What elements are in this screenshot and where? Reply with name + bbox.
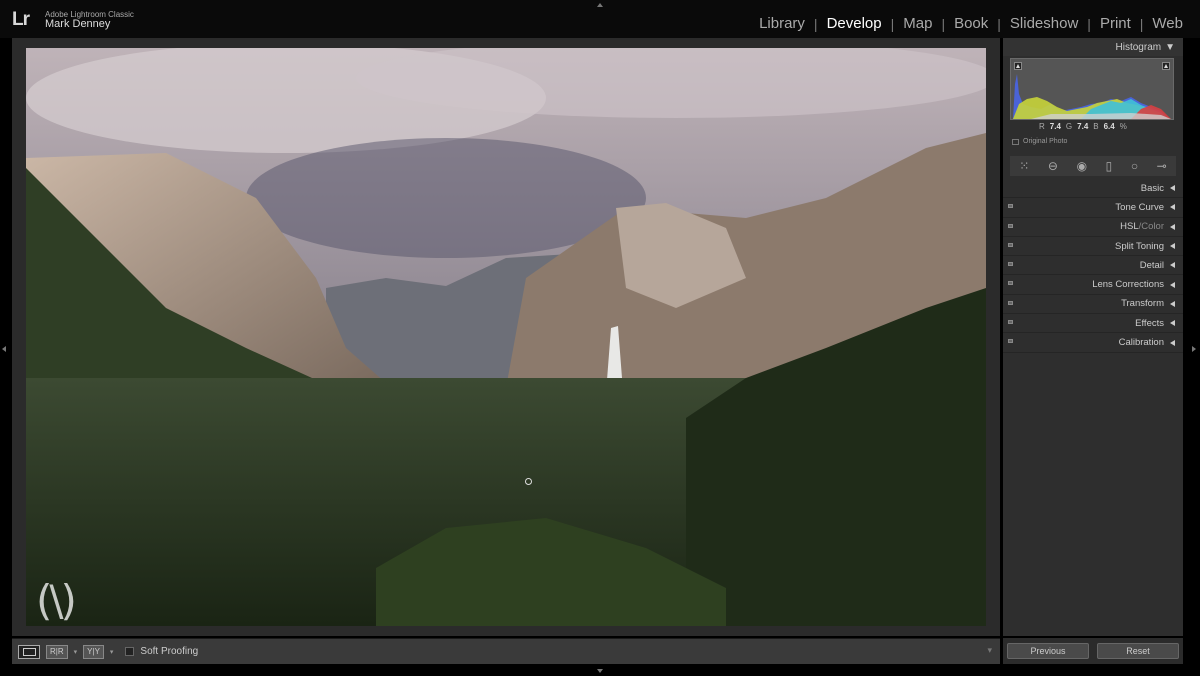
- g-value: 7.4: [1077, 122, 1089, 131]
- expand-icon: [1170, 185, 1175, 192]
- histogram-header[interactable]: Histogram ▼: [1003, 38, 1183, 56]
- survey-button[interactable]: Y|Y: [83, 644, 104, 659]
- photo-icon: [1012, 138, 1019, 145]
- histogram-curve: [1013, 74, 1171, 119]
- adjustment-brush-icon[interactable]: ⊸: [1157, 159, 1167, 173]
- panel-switch[interactable]: [1008, 339, 1013, 344]
- panel-label: Detail: [1139, 259, 1164, 271]
- expand-icon: [1170, 339, 1175, 346]
- expand-icon: [1170, 281, 1175, 288]
- panel-transform[interactable]: Transform: [1003, 295, 1183, 315]
- toolbar: R|R ▾ Y|Y ▾ Soft Proofing ▾: [12, 638, 1000, 664]
- before-after-button[interactable]: R|R: [46, 644, 68, 659]
- grid-icon[interactable]: ⁙: [1019, 159, 1029, 173]
- module-develop[interactable]: Develop: [818, 15, 891, 32]
- spot-removal-icon[interactable]: ◉: [1077, 159, 1087, 173]
- develop-panels: Basic Tone Curve HSL / Color Split Tonin…: [1003, 179, 1183, 353]
- module-book[interactable]: Book: [945, 15, 997, 32]
- panel-effects[interactable]: Effects: [1003, 314, 1183, 334]
- panel-detail[interactable]: Detail: [1003, 256, 1183, 276]
- module-slideshow[interactable]: Slideshow: [1001, 15, 1087, 32]
- panel-label: Basic: [1140, 182, 1164, 194]
- tool-strip: ⁙ ⊖ ◉ ▯ ○ ⊸: [1010, 156, 1176, 176]
- histogram-title: Histogram: [1115, 41, 1162, 53]
- radial-filter-icon[interactable]: ○: [1131, 159, 1138, 173]
- expand-icon: [1170, 262, 1175, 269]
- crop-icon[interactable]: ⊖: [1048, 159, 1058, 173]
- panel-tone-curve[interactable]: Tone Curve: [1003, 198, 1183, 218]
- panel-switch[interactable]: [1008, 242, 1013, 247]
- module-picker: Library | Develop | Map | Book | Slidesh…: [750, 15, 1192, 32]
- panel-label-color[interactable]: Color: [1141, 221, 1164, 232]
- loupe-view: (\): [12, 38, 1000, 636]
- panel-switch[interactable]: [1008, 281, 1013, 286]
- r-label: R: [1039, 122, 1045, 131]
- before-after-dropdown-icon[interactable]: ▾: [74, 648, 78, 656]
- r-value: 7.4: [1049, 122, 1061, 131]
- user-name: Mark Denney: [45, 18, 111, 30]
- panel-lens-corrections[interactable]: Lens Corrections: [1003, 275, 1183, 295]
- top-panel-toggle-icon[interactable]: [597, 3, 603, 7]
- panel-split-toning[interactable]: Split Toning: [1003, 237, 1183, 257]
- panel-hsl-color[interactable]: HSL / Color: [1003, 218, 1183, 237]
- previous-button[interactable]: Previous: [1007, 643, 1089, 659]
- panel-switch[interactable]: [1008, 300, 1013, 305]
- red-eye-icon[interactable]: ▯: [1106, 159, 1113, 173]
- panel-calibration[interactable]: Calibration: [1003, 333, 1183, 353]
- toolbar-menu-icon[interactable]: ▾: [987, 645, 992, 656]
- expand-icon: [1170, 243, 1175, 250]
- watermark-logo: (\): [36, 576, 77, 625]
- histogram-graph[interactable]: [1010, 58, 1174, 120]
- expand-icon: [1170, 320, 1175, 327]
- right-panel-toggle-icon[interactable]: [1192, 346, 1196, 352]
- left-panel-toggle-icon[interactable]: [2, 346, 6, 352]
- panel-label: Tone Curve: [1115, 201, 1164, 213]
- lightroom-logo: Lr: [12, 9, 30, 30]
- reset-button[interactable]: Reset: [1097, 643, 1179, 659]
- panel-label: HSL: [1120, 221, 1139, 233]
- survey-dropdown-icon[interactable]: ▾: [110, 648, 114, 656]
- panel-switch[interactable]: [1008, 223, 1013, 228]
- loupe-icon: [22, 647, 36, 656]
- original-photo-indicator: Original Photo: [1012, 138, 1067, 145]
- panel-switch[interactable]: [1008, 262, 1013, 267]
- panel-basic[interactable]: Basic: [1003, 179, 1183, 199]
- b-label: B: [1093, 122, 1099, 131]
- highlight-clipping-icon[interactable]: [1162, 62, 1170, 70]
- module-library[interactable]: Library: [750, 15, 814, 32]
- shadow-clipping-icon[interactable]: [1014, 62, 1022, 70]
- expand-icon: [1170, 223, 1175, 230]
- filmstrip-toggle-icon[interactable]: [597, 669, 603, 673]
- original-photo-label: Original Photo: [1023, 138, 1068, 145]
- landscape-photo: [26, 48, 986, 626]
- panel-footer: Previous Reset: [1003, 638, 1183, 664]
- b-value: 6.4: [1103, 122, 1115, 131]
- expand-icon: [1170, 204, 1175, 211]
- panel-label: Calibration: [1118, 337, 1164, 349]
- g-label: G: [1065, 122, 1073, 131]
- soft-proofing-checkbox[interactable]: [125, 647, 135, 656]
- rgb-readout: R 7.4 G 7.4 B 6.4 %: [1039, 122, 1127, 131]
- panel-switch[interactable]: [1008, 204, 1013, 209]
- right-panel: Histogram ▼ R 7.4 G 7.4 B 6.4 % Original…: [1003, 38, 1183, 636]
- panel-label: Lens Corrections: [1092, 279, 1164, 291]
- photo-preview[interactable]: (\): [26, 48, 986, 626]
- module-web[interactable]: Web: [1143, 15, 1192, 32]
- panel-label: Effects: [1135, 317, 1164, 329]
- module-print[interactable]: Print: [1091, 15, 1140, 32]
- loupe-view-button[interactable]: [18, 644, 40, 659]
- soft-proofing-label: Soft Proofing: [140, 646, 199, 657]
- panel-label: Split Toning: [1115, 240, 1164, 252]
- cursor-icon: [525, 478, 532, 485]
- collapse-icon[interactable]: ▼: [1165, 42, 1175, 53]
- panel-label: Transform: [1121, 298, 1164, 310]
- percent-unit: %: [1119, 122, 1127, 131]
- panel-switch[interactable]: [1008, 320, 1013, 325]
- expand-icon: [1170, 300, 1175, 307]
- module-map[interactable]: Map: [894, 15, 941, 32]
